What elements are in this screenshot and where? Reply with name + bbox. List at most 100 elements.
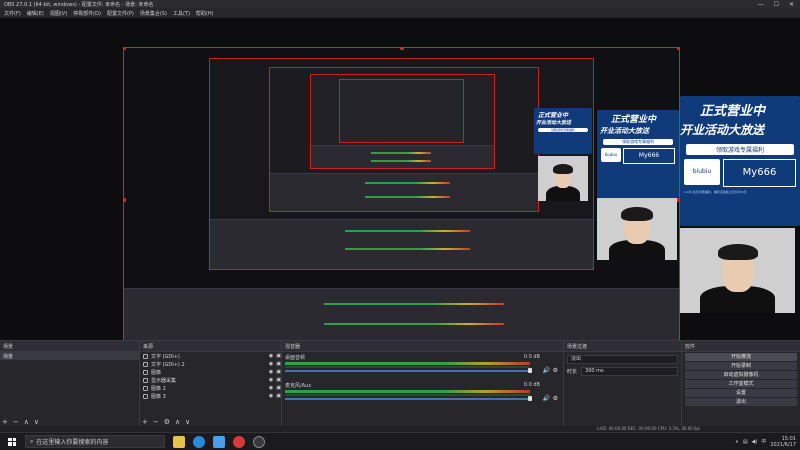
network-icon[interactable]: ▤ (743, 439, 748, 445)
source-item[interactable]: 文字 (GDI+) ◉ ▣ (140, 352, 281, 360)
lock-icon[interactable]: ▣ (276, 385, 281, 391)
nested-capture-4 (339, 79, 464, 143)
level-meter (285, 390, 530, 393)
text-icon (143, 361, 148, 367)
source-item[interactable]: 图像 3 ◉ ▣ (140, 392, 281, 400)
speaker-icon[interactable]: 🔊 (543, 367, 550, 374)
menu-help[interactable]: 帮助(H) (196, 10, 214, 17)
eye-icon[interactable]: ◉ (269, 393, 273, 399)
lock-icon[interactable]: ▣ (276, 369, 281, 375)
volume-icon[interactable]: ◀) (752, 439, 758, 445)
settings-button[interactable]: 设置 (685, 389, 797, 397)
ad-tag-small: 领取游戏专属福利 (538, 128, 588, 132)
track-db: 0.0 dB (523, 354, 540, 360)
source-item[interactable]: 显示器采集 ◉ ▣ (140, 376, 281, 384)
netease-music-icon[interactable] (233, 435, 245, 448)
move-source-up-button[interactable]: ∧ (175, 418, 180, 426)
studio-mode-button[interactable]: 工作室模式 (685, 380, 797, 388)
volume-slider-handle[interactable] (528, 396, 532, 401)
menu-profile[interactable]: 配置文件(P) (107, 10, 134, 17)
eye-icon[interactable]: ◉ (269, 377, 273, 383)
move-scene-down-button[interactable]: ∨ (34, 418, 39, 426)
move-source-down-button[interactable]: ∨ (185, 418, 190, 426)
menu-docks[interactable]: 停靠部件(D) (73, 10, 101, 17)
ad-banner-mid: 正式营业中 开业活动大放送 领取游戏专属福利 biubiu My666 (597, 110, 679, 198)
windows-start-icon[interactable] (5, 435, 19, 449)
close-button[interactable]: ✕ (789, 1, 794, 8)
source-label: 图像 2 (151, 385, 166, 392)
controls-dock: 控件 开始推流 开始录制 启动虚拟摄像机 工作室模式 设置 退出 (682, 341, 800, 427)
transitions-dock: 场景过渡 淡出 时长 300 ms (564, 341, 682, 427)
source-properties-button[interactable]: ⚙ (164, 418, 170, 426)
nested-dock-2 (270, 173, 538, 211)
volume-slider[interactable] (285, 398, 530, 400)
lock-icon[interactable]: ▣ (276, 377, 281, 383)
clock[interactable]: 15:01 2021/6/17 (770, 436, 796, 448)
exit-button[interactable]: 退出 (685, 398, 797, 406)
language-indicator[interactable]: 中 (761, 438, 766, 445)
docks-area: 场景 场景 + − ∧ ∨ 来源 文字 (GDI+) ◉ ▣ 文字 (GDI+)… (0, 340, 800, 427)
source-label: 图像 (151, 369, 162, 376)
gear-icon[interactable]: ⚙ (553, 367, 558, 374)
preview-area[interactable]: 正式营业中 开业活动大放送 领取游戏专属福利 正式营业中 开业活动大放送 领取游… (0, 18, 800, 354)
audio-mixer-dock: 混音器 桌面音频 0.0 dB 🔊 ⚙ 麦克风/Aux 0.0 dB 🔊 ⚙ (282, 341, 564, 427)
system-tray: ∧ ▤ ◀) 中 15:01 2021/6/17 (735, 436, 800, 448)
image-icon (143, 369, 148, 375)
start-recording-button[interactable]: 开始录制 (685, 362, 797, 370)
remove-source-button[interactable]: − (153, 418, 159, 426)
level-meter-peak (285, 366, 530, 368)
file-explorer-icon[interactable] (173, 435, 185, 448)
speaker-icon[interactable]: 🔊 (543, 395, 550, 402)
menu-scene-collection[interactable]: 场景集合(S) (140, 10, 167, 17)
maximize-button[interactable]: ☐ (774, 1, 779, 8)
volume-slider[interactable] (285, 370, 530, 372)
add-source-button[interactable]: + (142, 418, 148, 426)
app-icon[interactable] (213, 435, 225, 448)
eye-icon[interactable]: ◉ (269, 369, 273, 375)
ad-logo-mid: biubiu (601, 148, 621, 162)
sources-dock: 来源 文字 (GDI+) ◉ ▣ 文字 (GDI+) 2 ◉ ▣ 图像 ◉ ▣ … (140, 341, 282, 427)
move-scene-up-button[interactable]: ∧ (24, 418, 29, 426)
ad-code-mid: My666 (623, 148, 675, 164)
webcam-feed-mid (597, 198, 677, 260)
start-streaming-button[interactable]: 开始推流 (685, 353, 797, 361)
duration-input[interactable]: 300 ms (581, 367, 678, 376)
lock-icon[interactable]: ▣ (276, 353, 281, 359)
taskbar-search-box[interactable]: ⌕ 在这里输入你要搜索的内容 (25, 435, 165, 448)
edge-browser-icon[interactable] (193, 435, 205, 448)
remove-scene-button[interactable]: − (13, 418, 19, 426)
eye-icon[interactable]: ◉ (269, 361, 273, 367)
duration-label: 时长 (567, 369, 578, 375)
volume-slider-handle[interactable] (528, 368, 532, 373)
start-virtual-camera-button[interactable]: 启动虚拟摄像机 (685, 371, 797, 379)
scene-item[interactable]: 场景 (0, 352, 139, 360)
nested-dock-1 (210, 219, 593, 269)
eye-icon[interactable]: ◉ (269, 385, 273, 391)
source-item[interactable]: 文字 (GDI+) 2 ◉ ▣ (140, 360, 281, 368)
menu-edit[interactable]: 编辑(E) (27, 10, 44, 17)
menu-view[interactable]: 视图(V) (50, 10, 67, 17)
ad-headline-1-small: 正式营业中 (538, 112, 569, 119)
obs-icon[interactable] (253, 435, 265, 448)
mixer-title: 混音器 (285, 343, 301, 350)
lock-icon[interactable]: ▣ (276, 361, 281, 367)
add-scene-button[interactable]: + (2, 418, 8, 426)
menu-file[interactable]: 文件(F) (4, 10, 21, 17)
preview-canvas[interactable]: 正式营业中 开业活动大放送 领取游戏专属福利 正式营业中 开业活动大放送 领取游… (123, 47, 680, 354)
minimize-button[interactable]: — (758, 1, 764, 8)
scene-item-label: 场景 (3, 353, 14, 360)
source-item[interactable]: 图像 2 ◉ ▣ (140, 384, 281, 392)
gear-icon[interactable]: ⚙ (553, 395, 558, 402)
chevron-up-icon[interactable]: ∧ (735, 439, 739, 445)
source-item[interactable]: 图像 ◉ ▣ (140, 368, 281, 376)
eye-icon[interactable]: ◉ (269, 353, 273, 359)
text-icon (143, 353, 148, 359)
nested-capture-1 (209, 58, 594, 270)
scenes-dock: 场景 场景 + − ∧ ∨ (0, 341, 140, 427)
image-icon (143, 393, 148, 399)
window-titlebar: OBS 27.0.1 (64-bit, windows) - 配置文件: 未命名… (0, 0, 800, 8)
lock-icon[interactable]: ▣ (276, 393, 281, 399)
menu-tools[interactable]: 工具(T) (173, 10, 190, 17)
ad-headline-2-small: 开业活动大放送 (536, 120, 572, 126)
transition-type-select[interactable]: 淡出 (567, 355, 678, 364)
